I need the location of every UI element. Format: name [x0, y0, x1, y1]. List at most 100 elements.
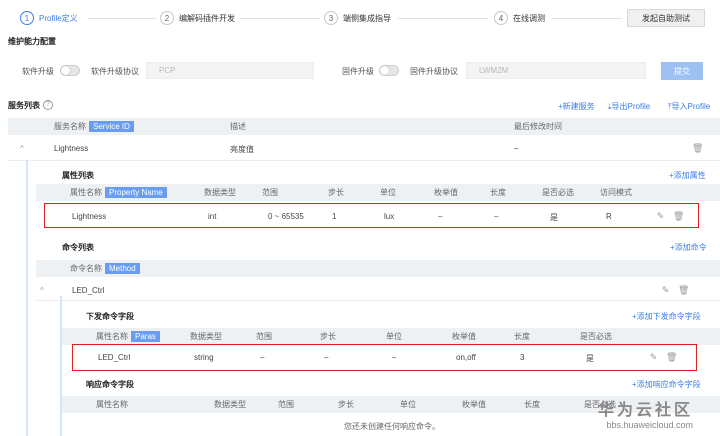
- delete-icon[interactable]: 🗑: [666, 353, 677, 362]
- command-name-cell: LED_Ctrl: [72, 286, 105, 295]
- firmware-upgrade-toggle[interactable]: [379, 65, 399, 76]
- col-enum: 枚举值: [452, 332, 476, 341]
- col-step: 步长: [338, 400, 354, 409]
- col-service-name: 服务名称 Service ID: [54, 118, 134, 135]
- property-length-cell: –: [494, 212, 499, 221]
- step-number: 2: [160, 11, 174, 25]
- property-unit-cell: lux: [384, 212, 395, 221]
- property-name-tag: Property Name: [105, 187, 167, 198]
- tree-line: [60, 296, 62, 436]
- col-label: 服务名称: [54, 122, 86, 131]
- property-required-cell: 是: [550, 213, 558, 222]
- service-modified-cell: –: [514, 144, 519, 153]
- property-list-title: 属性列表: [62, 171, 94, 180]
- col-data-type: 数据类型: [214, 400, 246, 409]
- delete-icon[interactable]: 🗑: [692, 144, 703, 153]
- empty-message: 您还未创建任何响应命令。: [344, 422, 440, 431]
- property-access-cell: R: [606, 212, 612, 221]
- edit-icon[interactable]: ✎: [649, 353, 658, 362]
- add-down-field-link[interactable]: +添加下发命令字段: [632, 311, 701, 322]
- down-fields-table-header: 属性名称 Paras 数据类型 范围 步长 单位 枚举值 长度 是否必选: [62, 328, 720, 345]
- col-property-name: 属性名称 Property Name: [70, 184, 167, 201]
- highlight-box: [44, 203, 699, 228]
- self-test-button[interactable]: 发起自助测试: [627, 9, 705, 27]
- col-unit: 单位: [380, 188, 396, 197]
- collapse-icon[interactable]: ^: [20, 144, 24, 153]
- edit-icon[interactable]: ✎: [656, 212, 665, 221]
- delete-icon[interactable]: 🗑: [673, 212, 684, 221]
- service-name-cell: Lightness: [54, 144, 89, 153]
- divider: [8, 160, 720, 161]
- new-service-link[interactable]: +新建服务: [558, 101, 595, 112]
- add-resp-field-link[interactable]: +添加响应命令字段: [632, 379, 701, 390]
- col-required: 是否必选: [580, 332, 612, 341]
- step-online-debug[interactable]: 4 在线调测: [494, 10, 545, 26]
- field-name-cell: LED_Ctrl: [98, 353, 131, 362]
- col-label: 命令名称: [70, 264, 102, 273]
- firmware-protocol-input[interactable]: LWM2M: [466, 62, 646, 79]
- col-enum: 枚举值: [434, 188, 458, 197]
- firmware-protocol-label: 固件升级协议: [410, 67, 458, 76]
- maintenance-title: 维护能力配置: [8, 37, 56, 46]
- step-number: 3: [324, 11, 338, 25]
- step-integration[interactable]: 3 端侧集成指导: [324, 10, 391, 26]
- tree-line: [26, 160, 28, 436]
- col-field-name: 属性名称 Paras: [96, 328, 160, 345]
- property-range-cell: 0 ~ 65535: [268, 212, 304, 221]
- property-table-header: 属性名称 Property Name 数据类型 范围 步长 单位 枚举值 长度 是…: [36, 184, 720, 201]
- col-length: 长度: [514, 332, 530, 341]
- import-profile-link[interactable]: ⤒导入Profile: [668, 101, 710, 112]
- step-label: 在线调测: [513, 13, 545, 23]
- step-connector: [240, 18, 320, 19]
- col-modified: 最后修改时间: [514, 122, 562, 131]
- step-label: 端侧集成指导: [343, 13, 391, 23]
- software-protocol-input[interactable]: PCP: [146, 62, 314, 79]
- step-label: Profile定义: [39, 13, 78, 23]
- edit-icon[interactable]: ✎: [661, 286, 670, 295]
- col-range: 范围: [256, 332, 272, 341]
- step-codec[interactable]: 2 编解码插件开发: [160, 10, 235, 26]
- field-required-cell: 是: [586, 354, 594, 363]
- col-step: 步长: [328, 188, 344, 197]
- collapse-icon[interactable]: ^: [40, 286, 44, 295]
- watermark-title: 华为云社区: [598, 402, 694, 419]
- field-range-cell: –: [260, 353, 265, 362]
- firmware-upgrade-label: 固件升级: [342, 67, 374, 76]
- watermark-url: bbs.huaweicloud.com: [606, 420, 694, 430]
- col-required: 是否必选: [542, 188, 574, 197]
- property-step-cell: 1: [332, 212, 337, 221]
- down-fields-title: 下发命令字段: [86, 312, 134, 321]
- col-data-type: 数据类型: [190, 332, 222, 341]
- field-length-cell: 3: [520, 353, 525, 362]
- delete-icon[interactable]: 🗑: [678, 286, 689, 295]
- step-profile[interactable]: 1 Profile定义: [20, 10, 78, 26]
- paras-tag: Paras: [131, 331, 160, 342]
- resp-fields-title: 响应命令字段: [86, 380, 134, 389]
- property-type-cell: int: [208, 212, 217, 221]
- property-enum-cell: –: [438, 212, 443, 221]
- col-access: 访问模式: [600, 188, 632, 197]
- service-desc-cell: 亮度值: [230, 145, 254, 154]
- col-length: 长度: [524, 400, 540, 409]
- step-connector: [552, 18, 622, 19]
- export-profile-link[interactable]: ⤓导出Profile: [608, 101, 650, 112]
- import-profile-label: 导入Profile: [671, 102, 711, 111]
- col-data-type: 数据类型: [204, 188, 236, 197]
- service-id-tag: Service ID: [89, 121, 134, 132]
- service-list-title: 服务列表: [8, 101, 40, 110]
- add-command-link[interactable]: +添加命令: [670, 242, 707, 253]
- field-enum-cell: on,off: [456, 353, 476, 362]
- field-unit-cell: –: [392, 353, 397, 362]
- col-label: 属性名称: [70, 188, 102, 197]
- col-length: 长度: [490, 188, 506, 197]
- add-property-link[interactable]: +添加属性: [669, 170, 706, 181]
- submit-button[interactable]: 提交: [661, 62, 703, 80]
- command-list-title: 命令列表: [62, 243, 94, 252]
- export-profile-label: 导出Profile: [611, 102, 651, 111]
- col-step: 步长: [320, 332, 336, 341]
- help-icon[interactable]: ?: [43, 100, 53, 110]
- software-upgrade-toggle[interactable]: [60, 65, 80, 76]
- command-table-header: 命令名称 Method: [36, 260, 720, 277]
- col-command-name: 命令名称 Method: [70, 260, 140, 277]
- col-range: 范围: [278, 400, 294, 409]
